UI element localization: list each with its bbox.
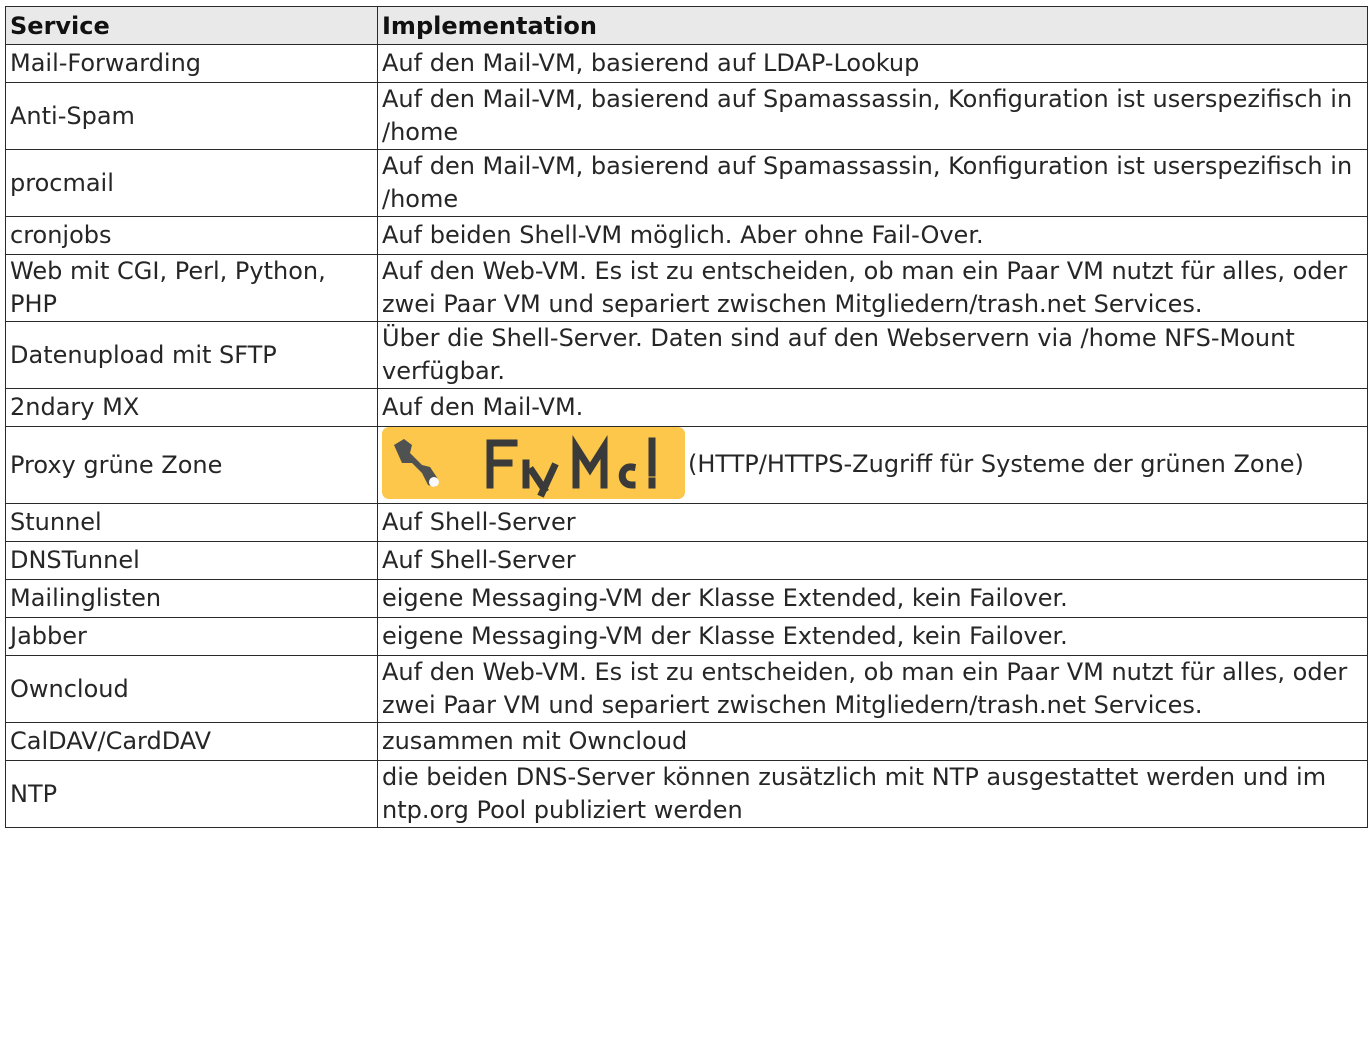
column-header-service: Service xyxy=(5,6,378,45)
table-row: Datenupload mit SFTP Über die Shell-Serv… xyxy=(5,321,1368,389)
service-cell: NTP xyxy=(5,760,378,828)
service-cell: DNSTunnel xyxy=(5,541,378,580)
implementation-text: (HTTP/HTTPS-Zugriff für Systeme der grün… xyxy=(688,450,1304,478)
implementation-cell: Auf den Mail-VM, basierend auf Spamassas… xyxy=(377,82,1368,150)
service-cell: Anti-Spam xyxy=(5,82,378,150)
implementation-cell: Auf den Web-VM. Es ist zu entscheiden, o… xyxy=(377,254,1368,322)
table-row: NTP die beiden DNS-Server können zusätzl… xyxy=(5,760,1368,828)
table-header-row: Service Implementation xyxy=(5,6,1368,45)
implementation-cell: Auf Shell-Server xyxy=(377,503,1368,542)
table-row: 2ndary MX Auf den Mail-VM. xyxy=(5,388,1368,427)
implementation-cell: zusammen mit Owncloud xyxy=(377,722,1368,761)
service-cell: CalDAV/CardDAV xyxy=(5,722,378,761)
table-row: Anti-Spam Auf den Mail-VM, basierend auf… xyxy=(5,82,1368,150)
service-cell: Mailinglisten xyxy=(5,579,378,618)
service-cell: Jabber xyxy=(5,617,378,656)
table-row: CalDAV/CardDAV zusammen mit Owncloud xyxy=(5,722,1368,761)
implementation-cell: (HTTP/HTTPS-Zugriff für Systeme der grün… xyxy=(377,426,1368,504)
table-row: Mailinglisten eigene Messaging-VM der Kl… xyxy=(5,579,1368,618)
implementation-cell: Auf den Mail-VM. xyxy=(377,388,1368,427)
service-cell: procmail xyxy=(5,149,378,217)
service-cell: Datenupload mit SFTP xyxy=(5,321,378,389)
fixme-badge-graphic xyxy=(382,427,685,499)
implementation-cell: Auf beiden Shell-VM möglich. Aber ohne F… xyxy=(377,216,1368,255)
fixme-badge-background xyxy=(382,427,685,499)
implementation-cell: Auf Shell-Server xyxy=(377,541,1368,580)
table-row: Owncloud Auf den Web-VM. Es ist zu entsc… xyxy=(5,655,1368,723)
service-cell: Proxy grüne Zone xyxy=(5,426,378,504)
implementation-cell: die beiden DNS-Server können zusätzlich … xyxy=(377,760,1368,828)
service-cell: cronjobs xyxy=(5,216,378,255)
table-row: cronjobs Auf beiden Shell-VM möglich. Ab… xyxy=(5,216,1368,255)
service-cell: Mail-Forwarding xyxy=(5,44,378,83)
table-row: Mail-Forwarding Auf den Mail-VM, basiere… xyxy=(5,44,1368,83)
implementation-cell: Auf den Mail-VM, basierend auf LDAP-Look… xyxy=(377,44,1368,83)
service-cell: Web mit CGI, Perl, Python, PHP xyxy=(5,254,378,322)
implementation-cell: Auf den Web-VM. Es ist zu entscheiden, o… xyxy=(377,655,1368,723)
table-row: Web mit CGI, Perl, Python, PHP Auf den W… xyxy=(5,254,1368,322)
fixme-badge xyxy=(382,427,685,499)
table-row: Stunnel Auf Shell-Server xyxy=(5,503,1368,542)
implementation-cell: eigene Messaging-VM der Klasse Extended,… xyxy=(377,617,1368,656)
services-table: Service Implementation Mail-Forwarding A… xyxy=(5,6,1368,828)
table-row: Proxy grüne Zone (HTTP/HTTPS-Zugriff für… xyxy=(5,426,1368,504)
table-row: DNSTunnel Auf Shell-Server xyxy=(5,541,1368,580)
column-header-implementation: Implementation xyxy=(377,6,1368,45)
table-row: procmail Auf den Mail-VM, basierend auf … xyxy=(5,149,1368,217)
table-row: Jabber eigene Messaging-VM der Klasse Ex… xyxy=(5,617,1368,656)
implementation-cell: eigene Messaging-VM der Klasse Extended,… xyxy=(377,579,1368,618)
service-cell: 2ndary MX xyxy=(5,388,378,427)
service-cell: Stunnel xyxy=(5,503,378,542)
service-cell: Owncloud xyxy=(5,655,378,723)
implementation-cell: Auf den Mail-VM, basierend auf Spamassas… xyxy=(377,149,1368,217)
implementation-cell: Über die Shell-Server. Daten sind auf de… xyxy=(377,321,1368,389)
